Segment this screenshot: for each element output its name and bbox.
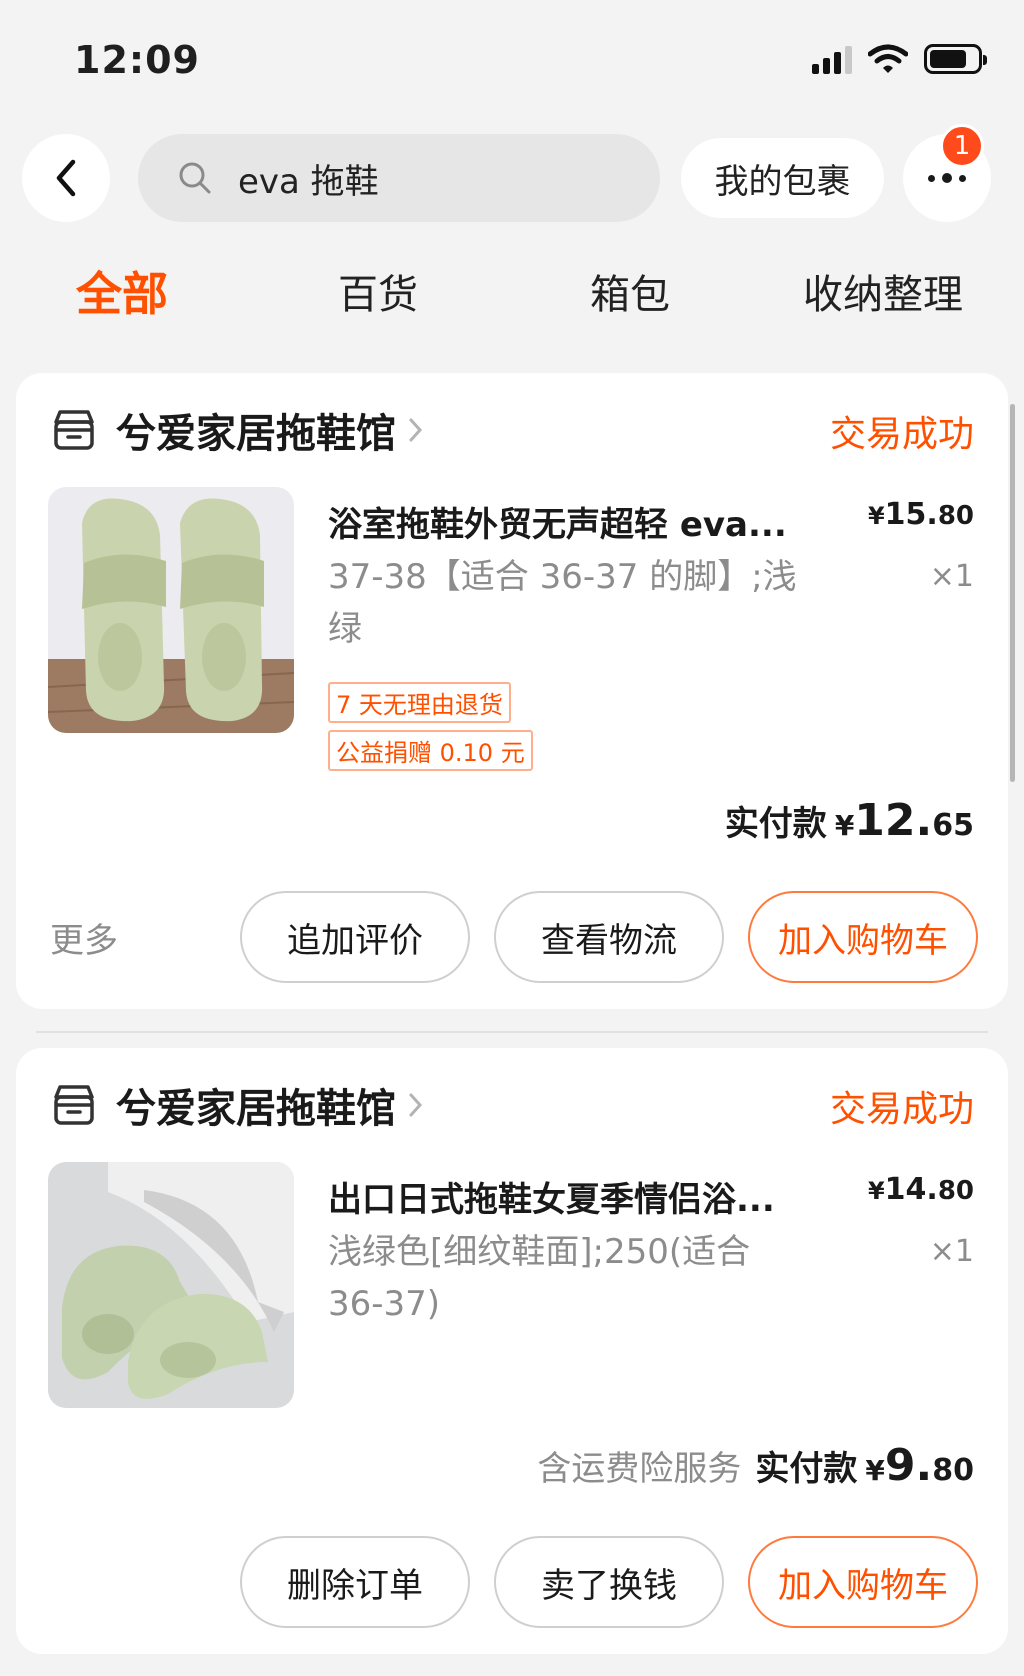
my-parcels-button[interactable]: 我的包裹 — [681, 138, 884, 218]
total-integer: 12. — [854, 795, 933, 846]
view-logistics-button[interactable]: 查看物流 — [494, 891, 724, 983]
total-amount: ¥12.65 — [835, 795, 974, 846]
cellular-signal-icon — [812, 44, 852, 74]
shop-name: 兮爱家居拖鞋馆 — [116, 411, 396, 457]
notification-badge: 1 — [940, 124, 984, 168]
total-amount: ¥9.80 — [865, 1440, 974, 1491]
shop-link[interactable]: 兮爱家居拖鞋馆 — [50, 1076, 424, 1134]
wifi-icon — [868, 44, 908, 73]
total-paid: 实付款 ¥12.65 — [725, 795, 974, 846]
order-status: 交易成功 — [829, 414, 974, 455]
spec-line: 浅绿色[细纹鞋面];250(适合 — [328, 1232, 751, 1272]
price-integer: 14. — [884, 1172, 938, 1207]
tab-bags[interactable]: 箱包 — [590, 262, 670, 320]
chevron-left-icon — [56, 159, 76, 197]
order-card: 兮爱家居拖鞋馆 交易成功 浴室拖鞋外贸无声超轻 eva... ¥15.80 37… — [16, 373, 1008, 1009]
total-decimal: 65 — [932, 808, 974, 843]
quantity: ×1 — [929, 559, 974, 594]
price-decimal: 80 — [937, 1176, 974, 1206]
product-image[interactable] — [48, 487, 294, 733]
unit-price: ¥15.80 — [868, 497, 974, 532]
scrollbar[interactable] — [1010, 404, 1015, 782]
add-to-cart-button[interactable]: 加入购物车 — [748, 1536, 978, 1628]
tab-all[interactable]: 全部 — [76, 258, 168, 324]
total-decimal: 80 — [932, 1453, 974, 1488]
battery-icon — [924, 44, 987, 74]
spec-line: 绿 — [328, 609, 362, 649]
total-paid: 含运费险服务 实付款 ¥9.80 — [537, 1440, 974, 1491]
status-time: 12:09 — [74, 38, 200, 82]
add-to-cart-button[interactable]: 加入购物车 — [748, 891, 978, 983]
product-title[interactable]: 浴室拖鞋外贸无声超轻 eva... — [328, 497, 787, 546]
back-button[interactable] — [22, 134, 110, 222]
return-policy-tag: 7 天无理由退货 — [328, 682, 511, 723]
unit-price: ¥14.80 — [868, 1172, 974, 1207]
store-icon — [54, 1085, 94, 1125]
price-currency: ¥ — [867, 502, 885, 530]
shipping-insurance-note: 含运费险服务 — [537, 1449, 742, 1489]
charity-tag: 公益捐赠 0.10 元 — [328, 730, 533, 771]
chevron-right-icon — [409, 1093, 423, 1117]
order-card: 兮爱家居拖鞋馆 交易成功 出口日式拖鞋女夏季情侣浴... ¥14.80 浅绿色[… — [16, 1048, 1008, 1654]
total-label: 实付款 — [724, 804, 827, 844]
product-image[interactable] — [48, 1162, 294, 1408]
add-review-button[interactable]: 追加评价 — [240, 891, 470, 983]
total-integer: 9. — [884, 1440, 933, 1491]
chevron-right-icon — [409, 418, 423, 442]
order-status: 交易成功 — [829, 1089, 974, 1130]
price-integer: 15. — [884, 497, 938, 532]
price-decimal: 80 — [937, 501, 974, 531]
spec-line: 36-37) — [328, 1284, 441, 1324]
more-actions-link[interactable]: 更多 — [50, 913, 118, 962]
search-input[interactable]: eva 拖鞋 — [138, 134, 660, 222]
delete-order-button[interactable]: 删除订单 — [240, 1536, 470, 1628]
tab-general-goods[interactable]: 百货 — [338, 262, 418, 320]
resell-button[interactable]: 卖了换钱 — [494, 1536, 724, 1628]
total-currency: ¥ — [865, 1454, 885, 1487]
search-icon — [179, 162, 211, 194]
shop-name: 兮爱家居拖鞋馆 — [116, 1086, 396, 1132]
status-bar: 12:09 — [0, 0, 1024, 120]
product-title[interactable]: 出口日式拖鞋女夏季情侣浴... — [328, 1172, 775, 1221]
card-divider — [36, 1031, 988, 1033]
store-icon — [54, 410, 94, 450]
shop-link[interactable]: 兮爱家居拖鞋馆 — [50, 401, 424, 459]
spec-line: 37-38【适合 36-37 的脚】;浅 — [328, 557, 797, 597]
status-icons — [812, 44, 987, 74]
category-tabs: 全部 百货 箱包 收纳整理 — [0, 262, 1024, 342]
price-currency: ¥ — [867, 1177, 885, 1205]
quantity: ×1 — [929, 1234, 974, 1269]
more-dots-icon — [928, 173, 966, 183]
search-query: eva 拖鞋 — [238, 161, 379, 202]
product-spec: 浅绿色[细纹鞋面];250(适合 36-37) — [328, 1226, 848, 1330]
total-currency: ¥ — [834, 809, 855, 842]
total-label: 实付款 — [755, 1449, 858, 1489]
product-spec: 37-38【适合 36-37 的脚】;浅 绿 — [328, 551, 848, 655]
tab-storage[interactable]: 收纳整理 — [803, 262, 963, 320]
